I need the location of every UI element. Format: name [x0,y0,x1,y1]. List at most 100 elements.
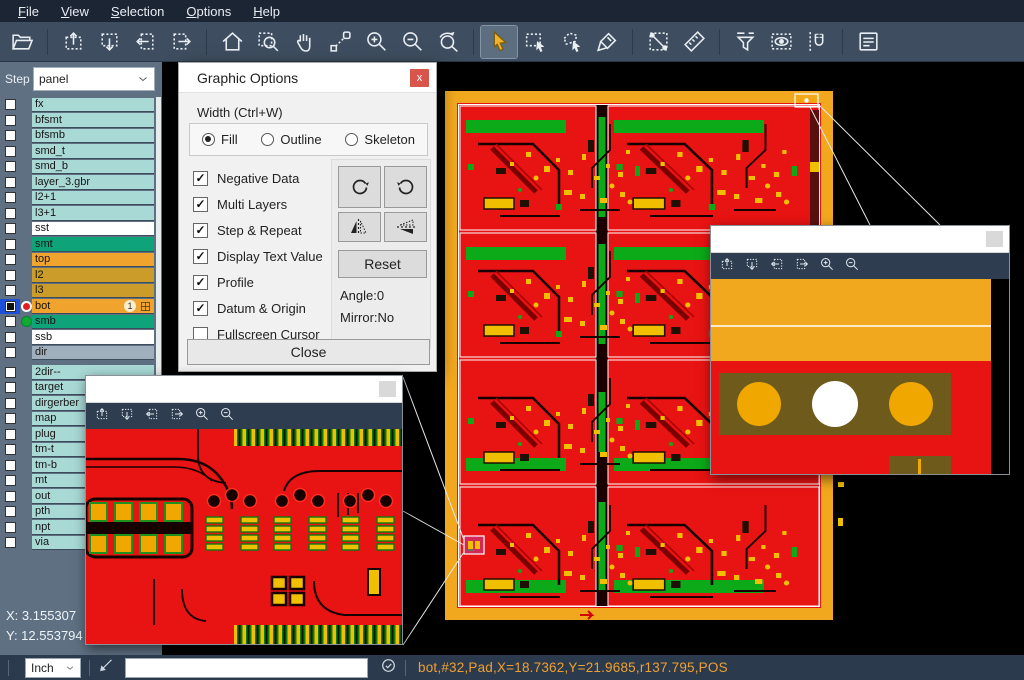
layer-checkbox-l2+1[interactable] [0,190,20,205]
reset-button[interactable]: Reset [338,250,427,278]
layer-checkbox-layer_3.gbr[interactable] [0,175,20,190]
toolbar-filter-button[interactable] [727,26,763,58]
magnifier-zoom-out-button[interactable] [219,406,235,427]
toolbar-open-file-button[interactable] [4,26,40,58]
toolbar-pan-button[interactable] [286,26,322,58]
layer-checkbox-pth[interactable] [0,504,20,519]
magnifier-zoom-in-button[interactable] [819,256,835,277]
magnifier-zoom-out-button[interactable] [844,256,860,277]
layer-checkbox-ssb[interactable] [0,330,20,345]
toolbar-home-button[interactable] [214,26,250,58]
layer-checkbox-l3[interactable] [0,283,20,298]
step-combobox[interactable]: panel [33,67,155,91]
toolbar-move-left-button[interactable] [127,26,163,58]
layer-name-l2+1[interactable]: l2+1 [32,191,154,206]
checkbox-datum-origin[interactable]: ✓Datum & Origin [193,295,323,321]
layer-name-smd_b[interactable]: smd_b [32,160,154,175]
command-input[interactable] [125,658,368,678]
magnifier-move-right-button[interactable] [169,406,185,427]
layer-checkbox-top[interactable] [0,252,20,267]
toolbar-ruler-button[interactable] [676,26,712,58]
layer-name-l3[interactable]: l3 [32,284,154,299]
checkbox-step-repeat[interactable]: ✓Step & Repeat [193,217,323,243]
layer-checkbox-l3+1[interactable] [0,206,20,221]
layer-checkbox-plug[interactable] [0,427,20,442]
layer-checkbox-dirgerber[interactable] [0,396,20,411]
layer-checkbox-via[interactable] [0,535,20,550]
layer-checkbox-bfsmb[interactable] [0,128,20,143]
magnifier-move-down-button[interactable] [744,256,760,277]
layer-name-smd_t[interactable]: smd_t [32,144,154,159]
toolbar-move-up-button[interactable] [55,26,91,58]
layer-name-l2[interactable]: l2 [32,268,154,283]
layer-checkbox-npt[interactable] [0,520,20,535]
toolbar-show-eye-button[interactable] [763,26,799,58]
menu-view[interactable]: View [51,2,99,21]
layer-checkbox-smd_t[interactable] [0,144,20,159]
layer-name-sst[interactable]: sst [32,222,154,237]
layer-checkbox-dir[interactable] [0,345,20,360]
checkbox-profile[interactable]: ✓Profile [193,269,323,295]
toolbar-move-right-button[interactable] [163,26,199,58]
layer-checkbox-bot[interactable] [0,299,20,314]
magnifier-1-titlebar[interactable] [86,376,402,403]
menu-selection[interactable]: Selection [101,2,174,21]
layer-checkbox-mt[interactable] [0,473,20,488]
radio-fill[interactable]: Fill [202,132,238,147]
toolbar-zoom-window-button[interactable] [250,26,286,58]
layer-checkbox-target[interactable] [0,380,20,395]
magnifier-1-window-button[interactable] [379,381,396,397]
layer-name-ssb[interactable]: ssb [32,330,154,345]
toolbar-snap-magnet-button[interactable] [799,26,835,58]
layer-checkbox-smb[interactable] [0,314,20,329]
magnifier-move-right-button[interactable] [794,256,810,277]
close-button[interactable]: Close [187,339,430,365]
toolbar-select-polygon-button[interactable] [553,26,589,58]
magnifier-2-titlebar[interactable] [711,226,1009,253]
layer-name-smb[interactable]: smb [32,315,154,330]
layer-name-bfsmb[interactable]: bfsmb [32,129,154,144]
layer-name-fx[interactable]: fx [32,98,154,113]
checkbox-display-text-value[interactable]: ✓Display Text Value [193,243,323,269]
rotate-cw-button[interactable] [338,166,381,208]
toolbar-select-rect-button[interactable] [517,26,553,58]
layer-checkbox-out[interactable] [0,489,20,504]
layer-checkbox-l2[interactable] [0,268,20,283]
layer-checkbox-smt[interactable] [0,237,20,252]
apply-check-icon[interactable] [380,657,397,679]
layer-checkbox-smd_b[interactable] [0,159,20,174]
menu-options[interactable]: Options [176,2,241,21]
layer-name-l3+1[interactable]: l3+1 [32,206,154,221]
magnifier-move-up-button[interactable] [719,256,735,277]
toolbar-zoom-out-button[interactable] [394,26,430,58]
layer-name-layer_3.gbr[interactable]: layer_3.gbr [32,175,154,190]
radio-outline[interactable]: Outline [261,132,321,147]
menu-help[interactable]: Help [243,2,290,21]
magnifier-zoom-in-button[interactable] [194,406,210,427]
dialog-close-button[interactable]: x [410,69,429,87]
layer-checkbox-fx[interactable] [0,97,20,112]
toolbar-select-pointer-button[interactable] [481,26,517,58]
layer-checkbox-2dir--[interactable] [0,365,20,380]
unit-combobox[interactable]: Inch [25,658,81,678]
magnifier-move-left-button[interactable] [144,406,160,427]
layer-name-top[interactable]: top [32,253,154,268]
layer-checkbox-map[interactable] [0,411,20,426]
toolbar-move-down-button[interactable] [91,26,127,58]
layer-name-bot[interactable]: bot1 [32,299,154,314]
grid-icon[interactable] [140,301,151,312]
pick-arrow-icon[interactable] [98,657,115,679]
toolbar-measure-path-button[interactable] [322,26,358,58]
menu-file[interactable]: File [8,2,49,21]
toolbar-zoom-in-button[interactable] [358,26,394,58]
checkbox-negative-data[interactable]: ✓Negative Data [193,165,323,191]
magnifier-2-window-button[interactable] [986,231,1003,247]
toolbar-brush-button[interactable] [589,26,625,58]
layer-name-smt[interactable]: smt [32,237,154,252]
layer-checkbox-sst[interactable] [0,221,20,236]
rotate-ccw-button[interactable] [384,166,427,208]
layer-name-bfsmt[interactable]: bfsmt [32,113,154,128]
layer-checkbox-tm-b[interactable] [0,458,20,473]
mirror-horizontal-button[interactable] [338,212,381,242]
layer-checkbox-tm-t[interactable] [0,442,20,457]
